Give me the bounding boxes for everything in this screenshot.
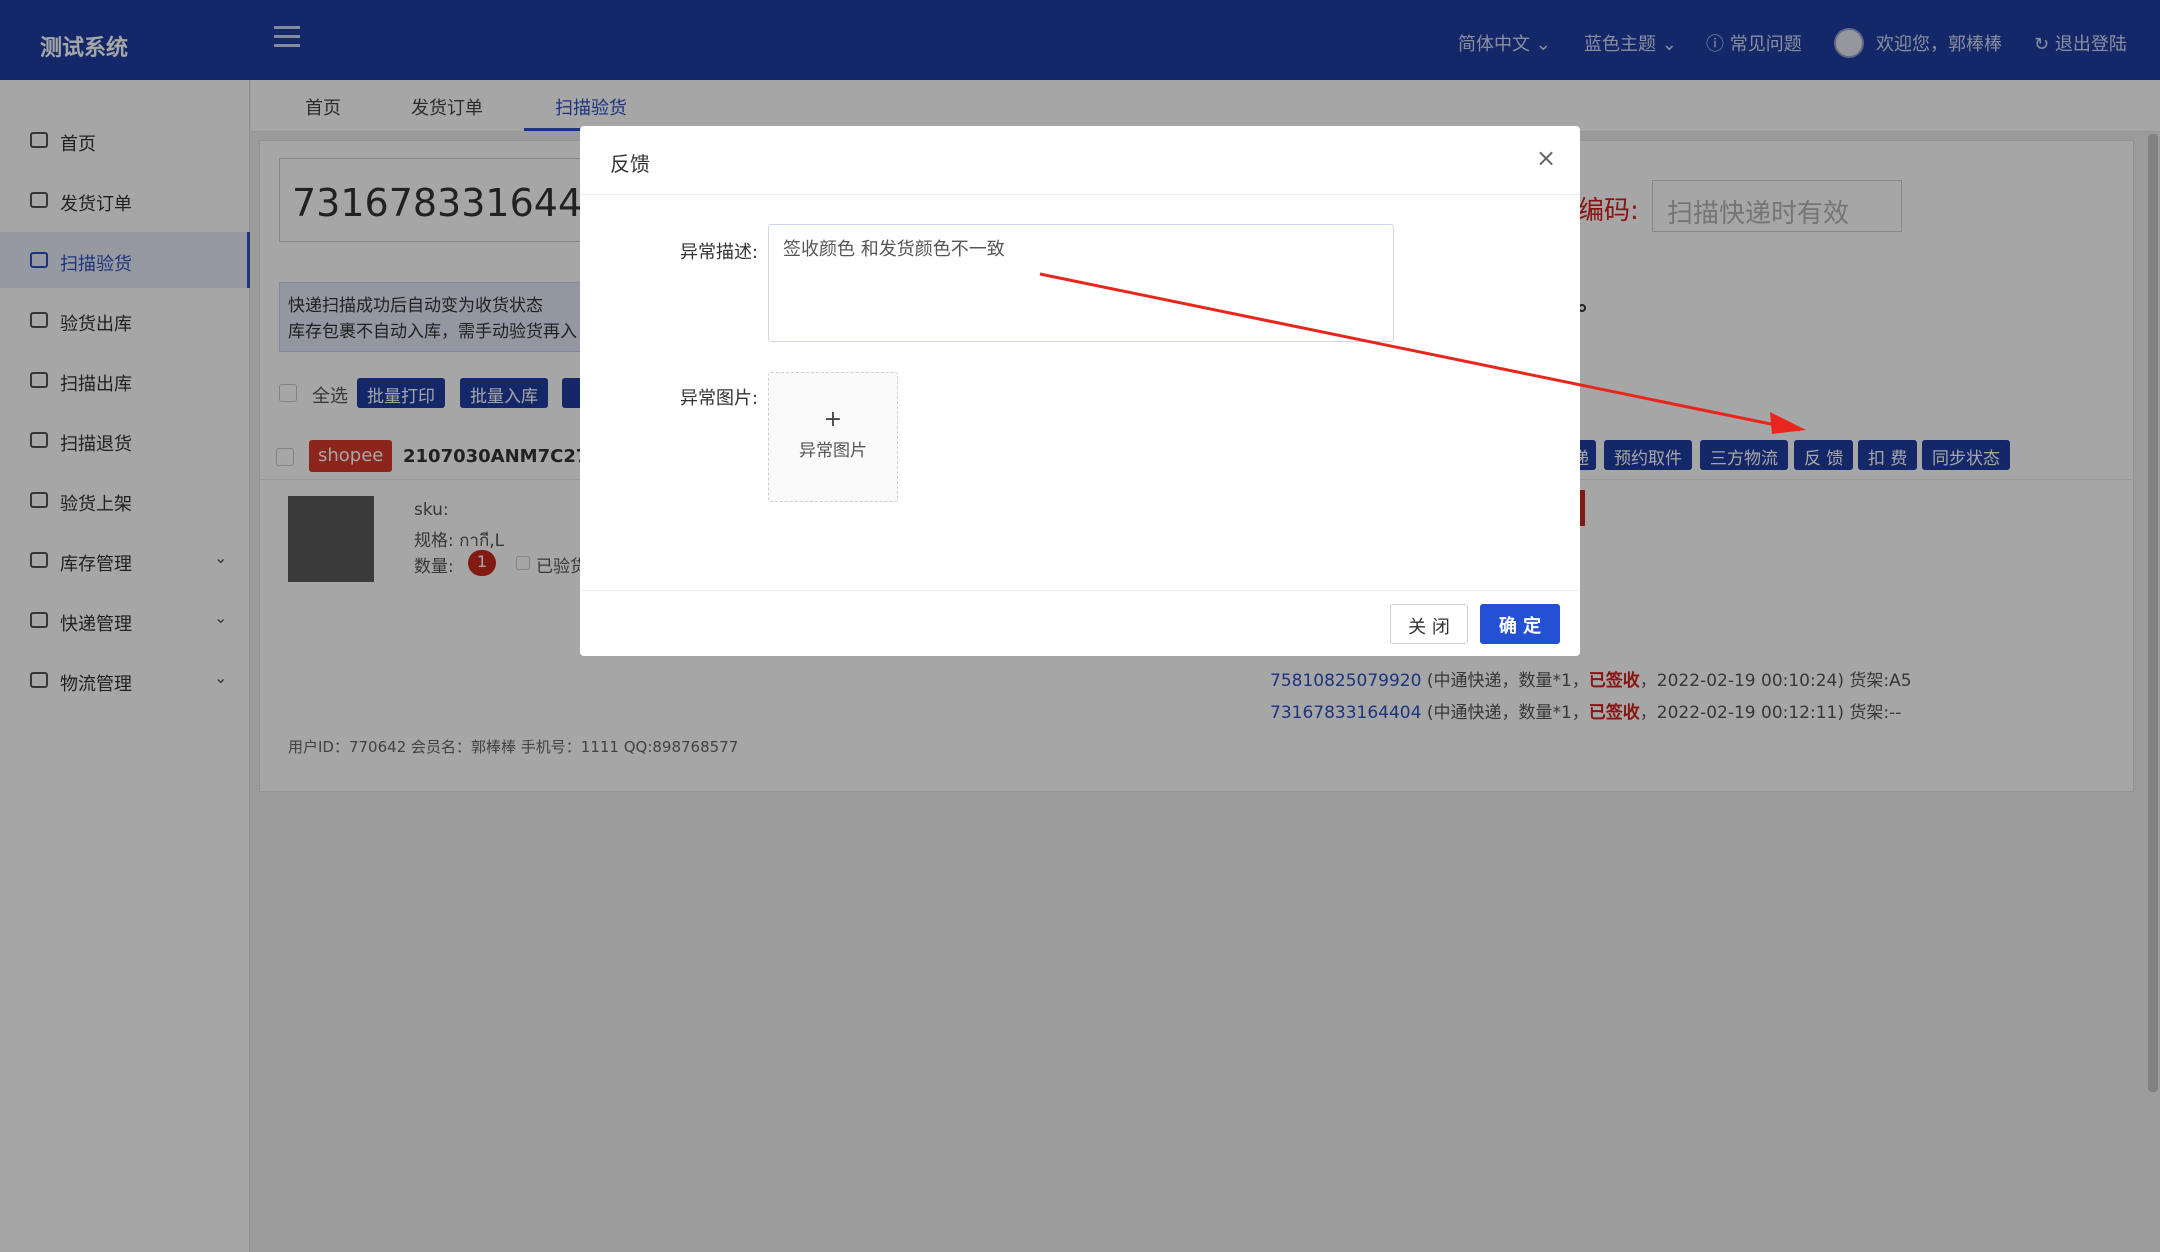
arrow-line — [1039, 272, 1801, 432]
annotation-arrow — [1039, 272, 1806, 434]
arrow-head — [1770, 412, 1806, 434]
